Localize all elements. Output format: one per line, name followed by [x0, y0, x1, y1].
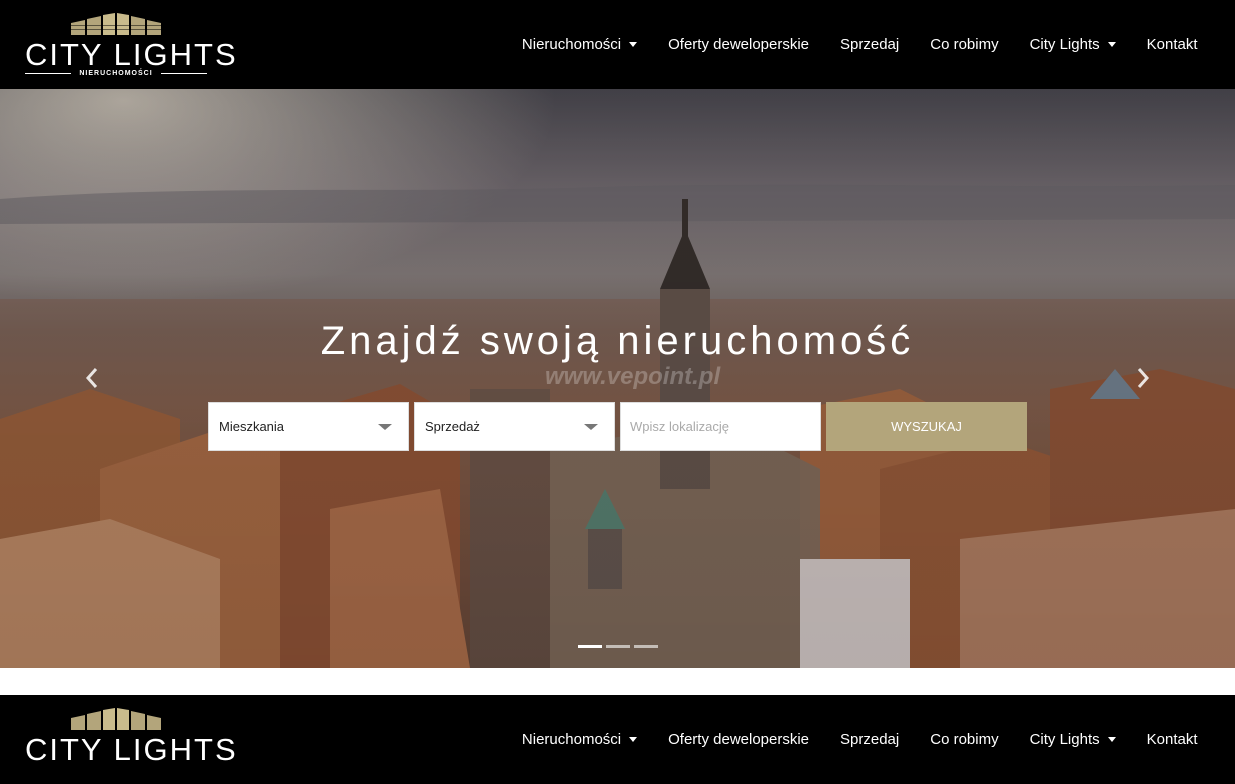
nav-item-label: Oferty deweloperskie: [668, 731, 810, 748]
transaction-type-value: Sprzedaż: [425, 419, 480, 434]
caret-down-icon: [1107, 737, 1116, 742]
nav-item-co-robimy[interactable]: Co robimy: [915, 731, 1014, 748]
nav-item-kontakt[interactable]: Kontakt: [1131, 36, 1213, 53]
nav-item-label: Kontakt: [1146, 731, 1198, 748]
nav-item-nieruchomosci[interactable]: Nieruchomości: [506, 731, 652, 748]
search-button[interactable]: WYSZUKAJ: [826, 402, 1027, 451]
nav-item-label: City Lights: [1029, 36, 1100, 53]
brand-logo[interactable]: CITY LIGHTS: [25, 708, 238, 774]
nav-item-label: Nieruchomości: [521, 36, 622, 53]
nav-item-sprzedaj[interactable]: Sprzedaj: [825, 731, 915, 748]
chevron-right-icon: [1137, 368, 1150, 388]
nav-item-label: Kontakt: [1146, 36, 1198, 53]
transaction-type-select[interactable]: Sprzedaż: [414, 402, 615, 451]
carousel-prev-button[interactable]: [82, 365, 102, 395]
nav-item-nieruchomosci[interactable]: Nieruchomości: [506, 36, 652, 53]
caret-down-icon: [1107, 42, 1116, 47]
main-nav: Nieruchomości Oferty deweloperskie Sprze…: [506, 0, 1213, 89]
brand-tagline-row: NIERUCHOMOŚCI: [25, 69, 207, 79]
nav-item-label: Sprzedaj: [840, 731, 900, 748]
brand-tagline: NIERUCHOMOŚCI: [79, 70, 153, 77]
carousel-indicators: [578, 645, 662, 648]
hero-carousel: www.vepoint.pl Znajdź swoją nieruchomość…: [0, 89, 1235, 668]
nav-item-city-lights[interactable]: City Lights: [1014, 731, 1131, 748]
watermark-text: www.vepoint.pl: [545, 363, 721, 390]
main-nav: Nieruchomości Oferty deweloperskie Sprze…: [506, 695, 1213, 784]
property-type-value: Mieszkania: [219, 419, 285, 434]
chevron-left-icon: [85, 368, 98, 388]
property-type-select[interactable]: Mieszkania: [208, 402, 409, 451]
nav-item-oferty-deweloperskie[interactable]: Oferty deweloperskie: [653, 731, 825, 748]
nav-item-label: City Lights: [1029, 731, 1100, 748]
top-navbar: CITY LIGHTS NIERUCHOMOŚCI Nieruchomości …: [0, 0, 1235, 89]
nav-item-label: Sprzedaj: [840, 36, 900, 53]
carousel-next-button[interactable]: [1133, 365, 1153, 395]
nav-item-city-lights[interactable]: City Lights: [1014, 36, 1131, 53]
search-form: Mieszkania Sprzedaż WYSZUKAJ: [208, 402, 1027, 451]
divider: [25, 73, 71, 74]
carousel-indicator[interactable]: [606, 645, 630, 648]
carousel-indicator[interactable]: [634, 645, 658, 648]
buildings-logo-icon: [71, 13, 161, 35]
brand-name: CITY LIGHTS: [25, 37, 238, 72]
caret-down-icon: [629, 42, 638, 47]
nav-item-oferty-deweloperskie[interactable]: Oferty deweloperskie: [653, 36, 825, 53]
nav-item-label: Nieruchomości: [521, 731, 622, 748]
location-input[interactable]: [620, 402, 821, 451]
divider: [161, 73, 207, 74]
carousel-indicator[interactable]: [578, 645, 602, 648]
caret-down-icon: [629, 737, 638, 742]
nav-item-label: Co robimy: [930, 731, 999, 748]
sticky-navbar: CITY LIGHTS Nieruchomości Oferty dewelop…: [0, 695, 1235, 784]
chevron-down-icon: [584, 424, 598, 430]
nav-item-sprzedaj[interactable]: Sprzedaj: [825, 36, 915, 53]
buildings-logo-icon: [71, 708, 161, 730]
nav-item-co-robimy[interactable]: Co robimy: [915, 36, 1014, 53]
brand-logo[interactable]: CITY LIGHTS NIERUCHOMOŚCI: [25, 13, 238, 79]
nav-item-kontakt[interactable]: Kontakt: [1131, 731, 1213, 748]
hero-title: Znajdź swoją nieruchomość: [320, 319, 915, 363]
nav-item-label: Oferty deweloperskie: [668, 36, 810, 53]
nav-item-label: Co robimy: [930, 36, 999, 53]
chevron-down-icon: [378, 424, 392, 430]
brand-name: CITY LIGHTS: [25, 732, 238, 767]
